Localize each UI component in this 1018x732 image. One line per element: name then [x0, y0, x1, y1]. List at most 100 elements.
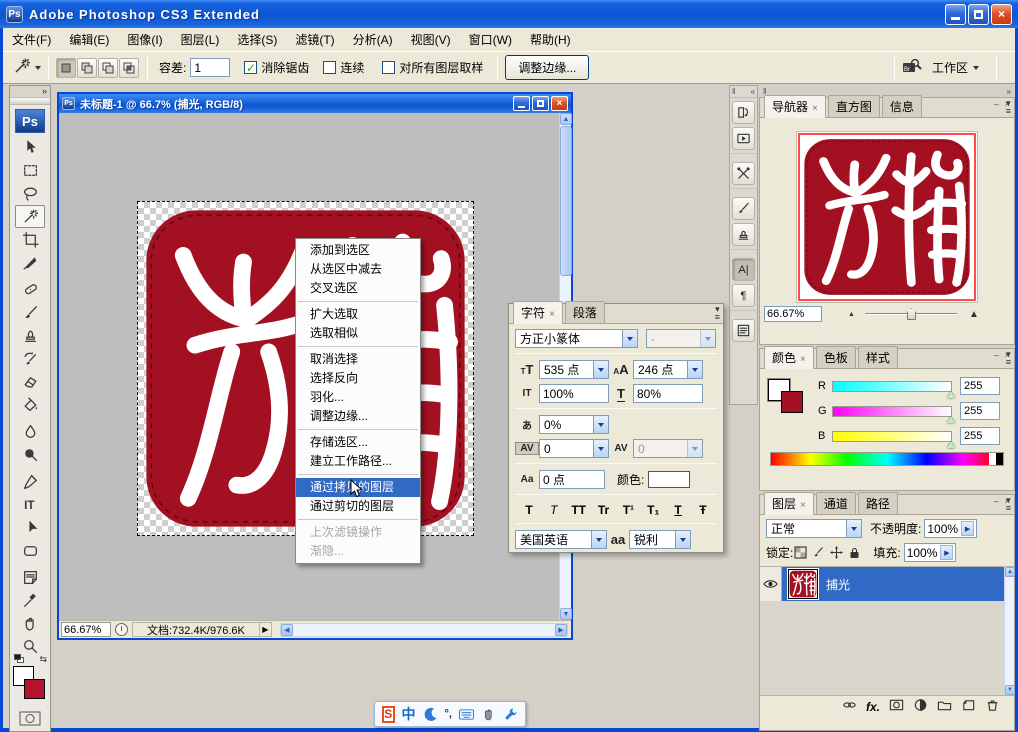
- lock-pixels-icon[interactable]: [811, 546, 826, 560]
- layers-minimize-icon[interactable]: –: [994, 496, 999, 506]
- zoom-in-icon[interactable]: ▲: [969, 309, 979, 320]
- vertical-scale-input[interactable]: [539, 384, 609, 403]
- selection-subtract-button[interactable]: [98, 58, 118, 78]
- scroll-up-icon[interactable]: ▲: [560, 113, 572, 125]
- layer-mask-icon[interactable]: [889, 698, 904, 715]
- menu-item-make-work-path[interactable]: 建立工作路径...: [296, 452, 420, 471]
- bridge-icon[interactable]: Br: [902, 58, 922, 77]
- selection-intersect-button[interactable]: [119, 58, 139, 78]
- layer-visibility-toggle[interactable]: [760, 567, 782, 601]
- layers-close-icon[interactable]: ×: [1005, 496, 1010, 506]
- leading-dropdown[interactable]: 246 点: [633, 360, 703, 379]
- scroll-right-icon[interactable]: ▶: [555, 624, 567, 636]
- strikethrough-button[interactable]: Ŧ: [695, 503, 711, 517]
- maximize-button[interactable]: [968, 4, 989, 25]
- tab-paragraph[interactable]: 段落: [565, 301, 605, 323]
- panel-icon-character[interactable]: A|: [732, 258, 755, 281]
- menu-filter[interactable]: 滤镜(T): [286, 28, 343, 51]
- layer-list-scrollbar[interactable]: ▲ ▼: [1004, 567, 1014, 695]
- doc-maximize-button[interactable]: [532, 96, 549, 111]
- tool-shape[interactable]: [15, 539, 45, 562]
- quick-mask-button[interactable]: [17, 710, 43, 726]
- red-value-input[interactable]: [960, 377, 1000, 395]
- panel-icon-paragraph[interactable]: ¶: [732, 284, 755, 307]
- tool-notes[interactable]: [15, 566, 45, 589]
- blend-mode-dropdown[interactable]: 正常: [766, 519, 862, 538]
- menu-window[interactable]: 窗口(W): [460, 28, 521, 51]
- menu-item-similar[interactable]: 选取相似: [296, 324, 420, 343]
- menu-analysis[interactable]: 分析(A): [344, 28, 402, 51]
- lock-transparency-icon[interactable]: [793, 546, 808, 560]
- tab-layers[interactable]: 图层×: [764, 492, 814, 515]
- layer-scroll-down-icon[interactable]: ▼: [1005, 685, 1015, 695]
- selection-add-button[interactable]: [77, 58, 97, 78]
- anti-alias-checkbox[interactable]: ✓: [244, 61, 257, 74]
- menu-select[interactable]: 选择(S): [228, 28, 286, 51]
- red-slider[interactable]: [832, 381, 952, 392]
- tool-paint-bucket[interactable]: [15, 393, 45, 416]
- panel-icon-actions[interactable]: [732, 127, 755, 150]
- green-value-input[interactable]: [960, 402, 1000, 420]
- underline-button[interactable]: T: [670, 503, 686, 517]
- anti-alias-dropdown[interactable]: 锐利: [629, 530, 691, 549]
- font-family-dropdown[interactable]: 方正小篆体: [515, 329, 638, 348]
- font-style-dropdown[interactable]: -: [646, 329, 716, 348]
- tool-history-brush[interactable]: [15, 347, 45, 370]
- zoom-out-icon[interactable]: ▲: [848, 311, 855, 318]
- faux-italic-button[interactable]: T: [546, 503, 562, 517]
- background-color-swatch[interactable]: [24, 679, 45, 699]
- horizontal-scale-input[interactable]: [633, 384, 703, 403]
- baseline-shift-input[interactable]: [539, 470, 605, 489]
- panel-minimize-icon[interactable]: –: [994, 99, 999, 109]
- panel-menu-icon[interactable]: ▾≡: [715, 305, 720, 321]
- workspace-arrow[interactable]: [973, 66, 979, 70]
- menu-layer[interactable]: 图层(L): [172, 28, 229, 51]
- doc-minimize-button[interactable]: [513, 96, 530, 111]
- menu-item-intersect-selection[interactable]: 交叉选区: [296, 279, 420, 298]
- tool-brush[interactable]: [15, 301, 45, 324]
- text-color-swatch[interactable]: [648, 471, 690, 488]
- sample-all-layers-checkbox[interactable]: [382, 61, 395, 74]
- tolerance-input[interactable]: [190, 58, 230, 77]
- menu-item-add-to-selection[interactable]: 添加到选区: [296, 241, 420, 260]
- layer-name[interactable]: 捕光: [826, 576, 850, 593]
- blue-value-input[interactable]: [960, 427, 1000, 445]
- color-close-icon[interactable]: ×: [1005, 350, 1010, 360]
- color-minimize-icon[interactable]: –: [994, 350, 999, 360]
- layer-thumbnail[interactable]: [788, 569, 818, 599]
- color-spectrum-bar[interactable]: [770, 452, 1004, 466]
- new-layer-icon[interactable]: [961, 698, 976, 715]
- horizontal-scrollbar[interactable]: ◀ ▶: [280, 623, 568, 637]
- ime-keyboard-icon[interactable]: [459, 707, 474, 722]
- tool-hand[interactable]: [15, 612, 45, 635]
- close-button[interactable]: ×: [991, 4, 1012, 25]
- layer-row[interactable]: 捕光: [760, 567, 1004, 601]
- tool-dodge[interactable]: [15, 443, 45, 466]
- tool-marquee[interactable]: [15, 159, 45, 182]
- ime-punctuation-toggle[interactable]: °,: [445, 708, 452, 720]
- new-group-icon[interactable]: [937, 698, 952, 715]
- font-size-dropdown[interactable]: 535 点: [539, 360, 609, 379]
- tool-healing-brush[interactable]: [15, 278, 45, 301]
- tool-eraser[interactable]: [15, 370, 45, 393]
- zoom-slider-thumb[interactable]: [907, 308, 916, 320]
- panel-icon-brushes[interactable]: [732, 197, 755, 220]
- navigator-zoom-slider[interactable]: [865, 307, 957, 321]
- menu-item-deselect[interactable]: 取消选择: [296, 350, 420, 369]
- lock-all-icon[interactable]: [847, 546, 862, 560]
- refine-edge-button[interactable]: 调整边缘...: [505, 55, 589, 80]
- ime-language-toggle[interactable]: 中: [402, 704, 416, 724]
- menu-item-feather[interactable]: 羽化...: [296, 388, 420, 407]
- adjustment-layer-icon[interactable]: [913, 698, 928, 715]
- contiguous-checkbox[interactable]: [323, 61, 336, 74]
- menu-view[interactable]: 视图(V): [402, 28, 460, 51]
- vertical-scroll-thumb[interactable]: [560, 126, 572, 276]
- tool-lasso[interactable]: [15, 182, 45, 205]
- green-slider[interactable]: [832, 406, 952, 417]
- tool-path-select[interactable]: [15, 516, 45, 539]
- tab-color[interactable]: 颜色×: [764, 346, 814, 369]
- tsume-dropdown[interactable]: 0%: [539, 415, 609, 434]
- language-dropdown[interactable]: 美国英语: [515, 530, 607, 549]
- magic-wand-icon[interactable]: [13, 57, 31, 78]
- faux-bold-button[interactable]: T: [521, 503, 537, 517]
